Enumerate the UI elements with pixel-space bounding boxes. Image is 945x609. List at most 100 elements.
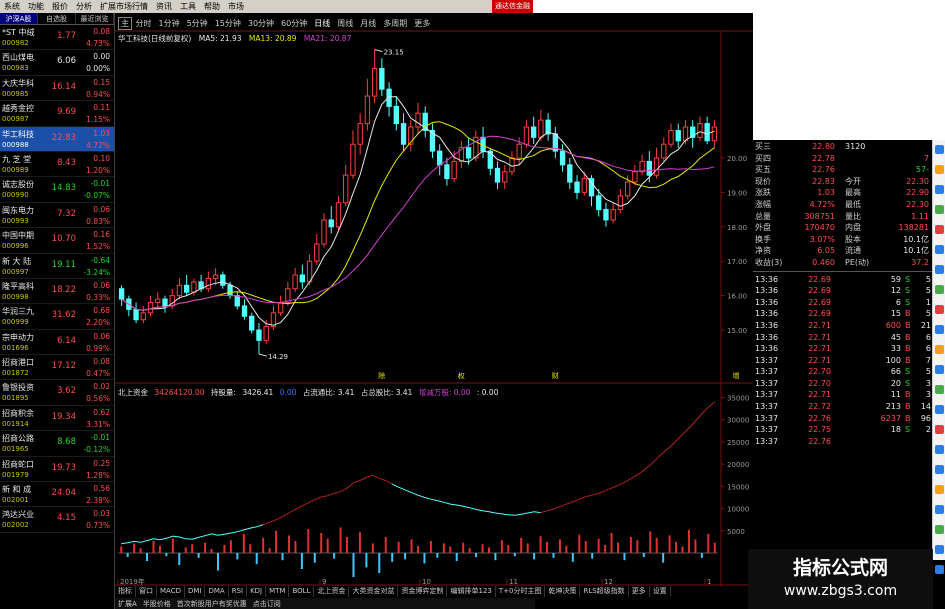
flow-bar <box>333 553 336 559</box>
indicator-tab-17[interactable]: 设置 <box>650 586 671 597</box>
flow-bar <box>255 553 258 565</box>
stock-tab-0[interactable]: 沪深A股 <box>0 13 38 24</box>
menu-right-badge[interactable]: 通达信金融 <box>492 0 533 13</box>
stock-list-panel: 沪深A股 自选股 最近浏览 *ST 中绒 000982 1.77 0.08 4.73% 西山煤… <box>0 13 115 609</box>
quote-sublabel: PE(动) <box>845 257 870 267</box>
indicator-tab-6[interactable]: KDJ <box>247 586 267 597</box>
stock-tab-1[interactable]: 自选股 <box>38 13 76 24</box>
stock-name: 招商港口 <box>2 358 34 368</box>
stock-name: 西山煤电 <box>2 53 34 63</box>
side-tool-icon[interactable] <box>935 145 944 154</box>
tick-row: 13:36 22.69 6 S 1 <box>755 297 931 307</box>
side-tool-icon[interactable] <box>935 505 944 514</box>
stock-row[interactable]: 新 大 陆 000997 19.11 -0.64 -3.24% <box>0 254 114 279</box>
stock-row[interactable]: 招商蛇口 001979 19.73 0.25 1.28% <box>0 457 114 483</box>
side-tool-icon[interactable] <box>935 405 944 414</box>
menu-item-6[interactable]: 工具 <box>176 0 200 13</box>
indicator-tab-13[interactable]: T+0分时主图 <box>496 586 546 597</box>
side-tool-icon[interactable] <box>935 345 944 354</box>
side-tool-icon[interactable] <box>935 385 944 394</box>
stock-row[interactable]: 诚志股份 000990 14.83 -0.01 -0.07% <box>0 177 114 203</box>
stock-row[interactable]: 宗申动力 001696 6.14 0.06 0.99% <box>0 330 114 356</box>
status-tab-2[interactable]: 首次新股用户有奖优惠 <box>174 599 250 609</box>
indicator-tab-3[interactable]: DMI <box>185 586 206 597</box>
indicator-tab-9[interactable]: 北上资金 <box>314 586 350 597</box>
side-tool-icon[interactable] <box>935 225 944 234</box>
flow-bar <box>565 545 568 553</box>
side-tool-icon[interactable] <box>935 265 944 274</box>
high-pointer <box>374 49 383 53</box>
menu-item-8[interactable]: 市场 <box>224 0 248 13</box>
side-tool-icon[interactable] <box>935 185 944 194</box>
indicator-tab-14[interactable]: 乾坤决策 <box>545 586 581 597</box>
side-tool-icon[interactable] <box>935 285 944 294</box>
candle-body <box>140 312 146 321</box>
menu-item-4[interactable]: 扩展市场行情 <box>96 0 152 13</box>
stock-row[interactable]: 九 芝 堂 000989 8.43 0.10 1.20% <box>0 152 114 178</box>
side-tool-icon[interactable] <box>935 165 944 174</box>
stock-row[interactable]: 鸿达兴业 002002 4.15 0.03 0.73% <box>0 507 114 533</box>
side-tool-icon[interactable] <box>935 485 944 494</box>
menu-item-0[interactable]: 系统 <box>0 0 24 13</box>
candle-body <box>610 209 616 221</box>
candle-body <box>234 295 240 307</box>
indicator-tab-0[interactable]: 指标 <box>115 586 136 597</box>
indicator-tab-7[interactable]: MTM <box>266 586 290 597</box>
side-tool-icon[interactable] <box>935 525 944 534</box>
indicator-tab-1[interactable]: 窗口 <box>136 586 157 597</box>
indicator-tab-8[interactable]: BOLL <box>289 586 315 597</box>
stock-row[interactable]: 闽东电力 000993 7.32 0.06 0.83% <box>0 203 114 229</box>
stock-row[interactable]: 华工科技 000988 22.83 1.03 4.72% <box>0 126 114 152</box>
stock-row[interactable]: 越秀金控 000987 9.69 0.11 1.15% <box>0 101 114 127</box>
side-tool-icon[interactable] <box>935 465 944 474</box>
side-tool-icon[interactable] <box>935 205 944 214</box>
stock-tab-2[interactable]: 最近浏览 <box>76 13 114 24</box>
stock-row[interactable]: 西山煤电 000983 6.06 0.00 0.00% <box>0 50 114 76</box>
status-tab-0[interactable]: 扩展A <box>115 599 140 609</box>
side-tool-icon[interactable] <box>935 425 944 434</box>
tick-row: 13:37 22.71 100 B 7 <box>755 355 931 365</box>
menu-item-3[interactable]: 分析 <box>72 0 96 13</box>
flow-bar <box>146 553 149 561</box>
flow-bar <box>133 543 136 553</box>
side-tool-icon[interactable] <box>935 305 944 314</box>
indicator-tab-2[interactable]: MACD <box>157 586 185 597</box>
menu-item-7[interactable]: 帮助 <box>200 0 224 13</box>
side-tool-icon[interactable] <box>935 325 944 334</box>
stock-row[interactable]: 招商积余 001914 19.34 0.62 3.31% <box>0 406 114 432</box>
side-tool-icon[interactable] <box>935 565 944 574</box>
stock-name: 隆平高科 <box>2 281 34 291</box>
indicator-tab-16[interactable]: 更多 <box>629 586 650 597</box>
stock-row[interactable]: *ST 中绒 000982 1.77 0.08 4.73% <box>0 25 114 51</box>
indicator-tab-10[interactable]: 大类资金对盆 <box>349 586 399 597</box>
stock-row[interactable]: 招商公路 001965 8.68 -0.01 -0.12% <box>0 431 114 457</box>
stock-row[interactable]: 隆平高科 000998 18.22 0.06 0.33% <box>0 279 114 305</box>
stock-row[interactable]: 鲁银投资 001895 3.62 0.02 0.56% <box>0 380 114 406</box>
menu-item-5[interactable]: 资讯 <box>152 0 176 13</box>
quote-panel-blank <box>753 13 945 140</box>
side-tool-icon[interactable] <box>935 245 944 254</box>
stock-row[interactable]: 新 和 成 002001 24.04 0.56 2.38% <box>0 482 114 508</box>
indicator-tab-11[interactable]: 资金博弈定制 <box>398 586 448 597</box>
tick-row: 13:36 22.71 45 B 6 <box>755 332 931 342</box>
flow-bar <box>352 553 355 577</box>
stock-row[interactable]: 中国中期 000996 10.70 0.16 1.52% <box>0 228 114 254</box>
indicator-tab-12[interactable]: 编辑排单123 <box>447 586 496 597</box>
side-tool-icon[interactable] <box>935 445 944 454</box>
side-tool-icon[interactable] <box>935 365 944 374</box>
stock-row[interactable]: 华润三九 000999 31.62 0.68 2.20% <box>0 304 114 330</box>
price-chart-svg[interactable]: 20.00 19.00 18.00 17.00 16.00 15.00 23.15 14.29… <box>115 13 753 586</box>
stock-row[interactable]: 大庆华科 000985 16.14 0.15 0.94% <box>0 76 114 102</box>
status-tab-3[interactable]: 点击订阅 <box>250 599 284 609</box>
stock-change: 0.03 <box>93 509 110 519</box>
indicator-tab-15[interactable]: RLS超级指数 <box>580 586 629 597</box>
status-tab-1[interactable]: 半股价格 <box>140 599 174 609</box>
menu-item-1[interactable]: 功能 <box>24 0 48 13</box>
flow-bar <box>242 533 245 553</box>
stock-row[interactable]: 招商港口 001872 17.12 0.08 0.47% <box>0 355 114 381</box>
stock-price: 19.34 <box>51 411 76 422</box>
side-tool-icon[interactable] <box>935 545 944 554</box>
indicator-tab-4[interactable]: DMA <box>205 586 229 597</box>
indicator-tab-5[interactable]: RSI <box>229 586 248 597</box>
menu-item-2[interactable]: 报价 <box>48 0 72 13</box>
